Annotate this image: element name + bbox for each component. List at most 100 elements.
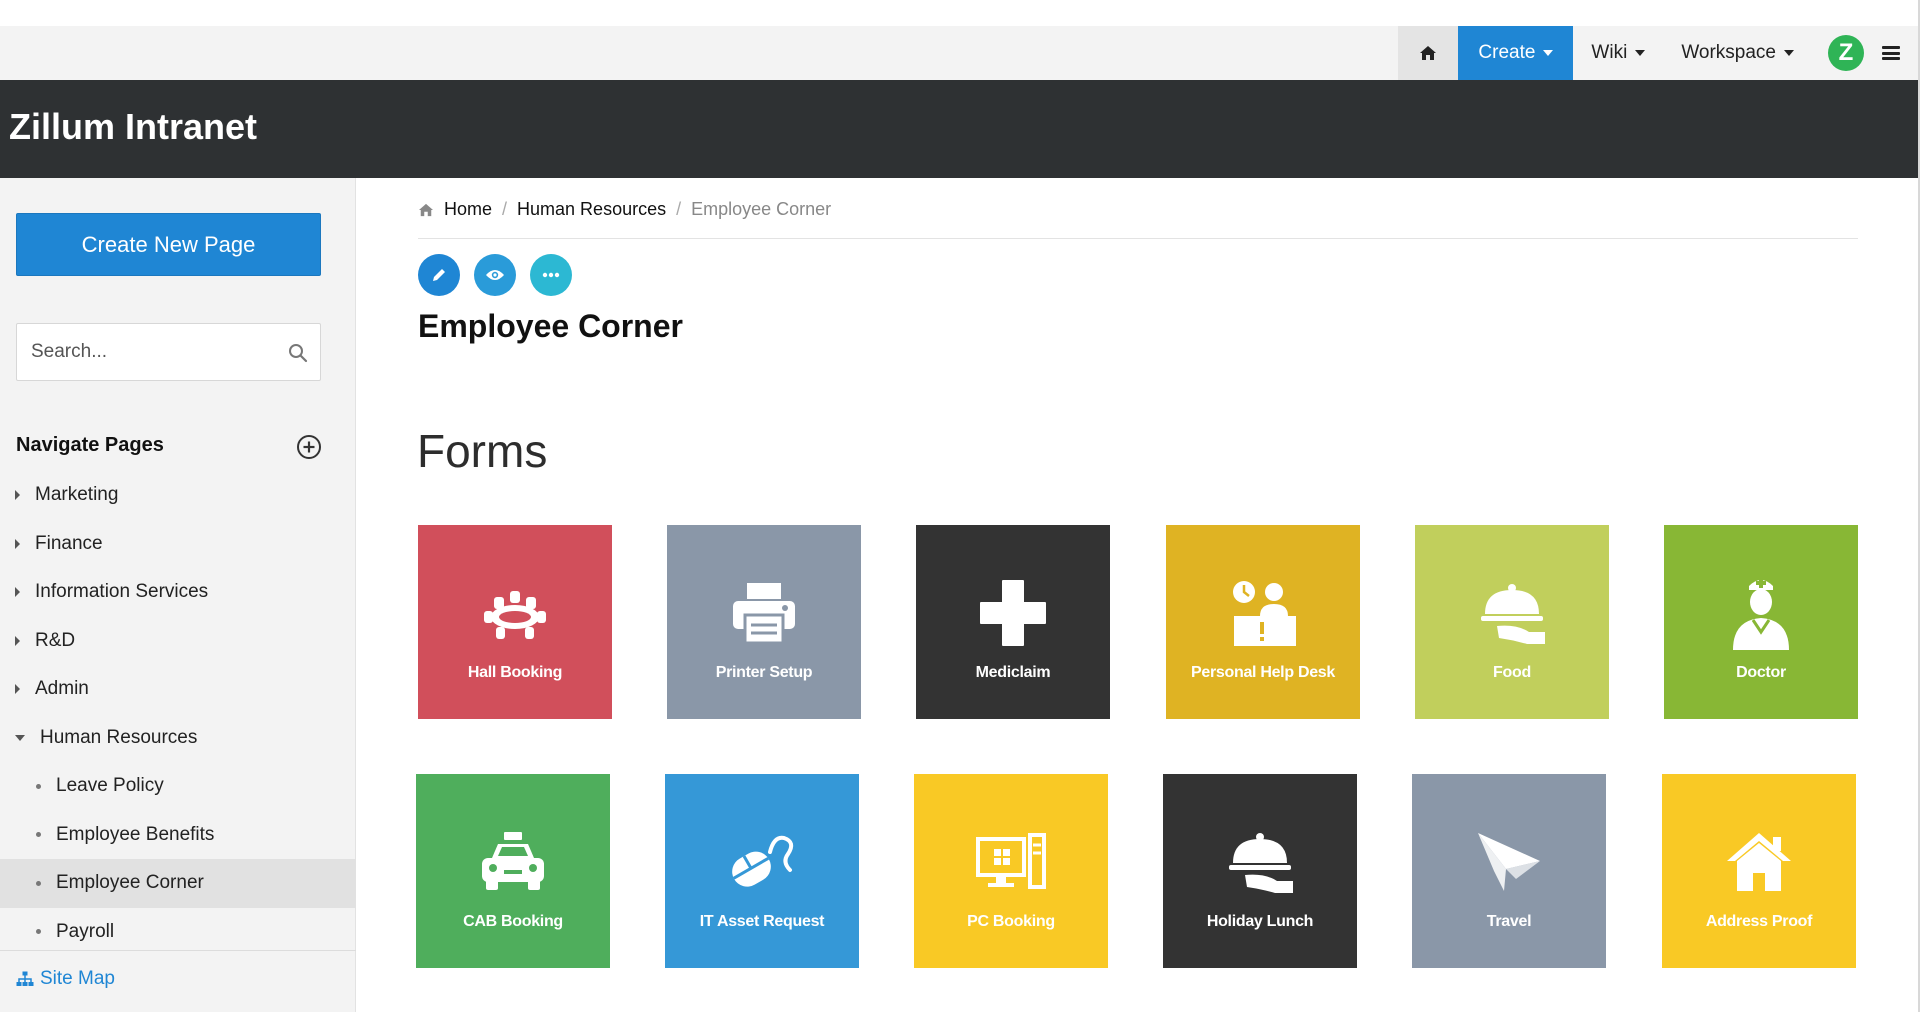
top-nav-menu: Create Wiki Workspace Z (1398, 26, 1918, 80)
sidebar-item-label: R&D (35, 629, 76, 651)
workspace-label: Workspace (1681, 42, 1776, 63)
form-tile-personal-help-desk[interactable]: Personal Help Desk (1166, 525, 1360, 719)
breadcrumb-current: Employee Corner (691, 199, 832, 219)
breadcrumb-home-link[interactable]: Home (444, 199, 492, 220)
wiki-menu-button[interactable]: Wiki (1573, 26, 1663, 80)
form-tile-holiday-lunch[interactable]: Holiday Lunch (1163, 774, 1357, 968)
form-tile-travel[interactable]: Travel (1412, 774, 1606, 968)
add-circle-icon[interactable] (296, 434, 322, 460)
caret-right-icon[interactable] (15, 538, 20, 549)
form-tile-label: Food (1493, 664, 1531, 681)
view-page-button[interactable] (474, 254, 516, 296)
form-tile-printer-setup[interactable]: Printer Setup (667, 525, 861, 719)
form-tile-label: Personal Help Desk (1191, 664, 1335, 681)
sidebar-item-admin[interactable]: Admin (0, 665, 356, 714)
form-tile-address-proof[interactable]: Address Proof (1662, 774, 1856, 968)
workspace-menu-button[interactable]: Workspace (1663, 26, 1812, 80)
hamburger-menu-button[interactable] (1874, 26, 1918, 80)
chevron-down-icon (1543, 50, 1554, 56)
form-tile-food[interactable]: Food (1415, 525, 1609, 719)
caret-right-icon[interactable] (15, 587, 20, 598)
avatar: Z (1828, 35, 1864, 71)
sidebar-subitem-employee-corner[interactable]: Employee Corner (0, 859, 356, 908)
sidebar-item-rnd[interactable]: R&D (0, 617, 356, 666)
navigate-pages-title: Navigate Pages (16, 434, 164, 456)
caret-right-icon[interactable] (15, 684, 20, 695)
sidebar: Create New Page Navigate Pages Marketing… (0, 178, 356, 1012)
sidebar-subitem-employee-benefits[interactable]: Employee Benefits (0, 811, 356, 860)
serving-tray-icon (1163, 826, 1357, 898)
sidebar-item-label: Finance (35, 532, 103, 554)
form-tile-hall-booking[interactable]: Hall Booking (418, 525, 612, 719)
sidebar-item-human-resources[interactable]: Human Resources (0, 714, 356, 763)
hall-booking-icon (418, 577, 612, 649)
create-label: Create (1478, 42, 1536, 63)
bullet-icon (36, 880, 41, 886)
edit-page-button[interactable] (418, 254, 460, 296)
sidebar-item-label: Employee Benefits (56, 823, 215, 845)
bullet-icon (36, 929, 41, 935)
sidebar-item-marketing[interactable]: Marketing (0, 471, 356, 520)
forms-heading: Forms (417, 425, 548, 477)
page-tree: Marketing Finance Information Services R… (0, 471, 356, 956)
form-tile-it-asset-request[interactable]: IT Asset Request (665, 774, 859, 968)
site-map-link[interactable]: Site Map (16, 968, 115, 990)
sidebar-item-label: Admin (35, 678, 89, 700)
user-avatar-button[interactable]: Z (1812, 26, 1874, 80)
form-tile-label: Holiday Lunch (1206, 913, 1314, 930)
form-tile-doctor[interactable]: Doctor (1664, 525, 1858, 719)
bullet-icon (36, 832, 41, 838)
caret-right-icon[interactable] (15, 635, 20, 646)
search-icon[interactable] (288, 343, 308, 363)
form-tile-label: Printer Setup (715, 664, 813, 681)
sidebar-divider (0, 950, 356, 951)
top-navbar: Create Wiki Workspace Z (0, 26, 1918, 80)
food-cloche-icon (1415, 577, 1609, 649)
breadcrumb-section-link[interactable]: Human Resources (517, 199, 666, 220)
form-tile-label: Address Proof (1705, 913, 1813, 930)
form-tile-label: Mediclaim (975, 664, 1051, 681)
sidebar-subitem-payroll[interactable]: Payroll (0, 908, 356, 957)
page-actions (418, 254, 572, 296)
desktop-pc-icon (914, 826, 1108, 898)
breadcrumb-separator: / (502, 199, 508, 219)
breadcrumb-separator: / (676, 199, 682, 219)
create-new-page-button[interactable]: Create New Page (16, 213, 321, 276)
eye-icon (486, 270, 504, 280)
top-gap (0, 0, 1920, 26)
sidebar-item-finance[interactable]: Finance (0, 520, 356, 569)
chevron-down-icon (1635, 50, 1646, 56)
form-tile-mediclaim[interactable]: Mediclaim (916, 525, 1110, 719)
more-options-button[interactable] (530, 254, 572, 296)
search-input[interactable] (17, 324, 277, 380)
breadcrumb-divider (418, 238, 1858, 239)
form-tile-label: Hall Booking (467, 664, 563, 681)
breadcrumb: Home / Human Resources / Employee Corner (418, 199, 831, 220)
form-tile-pc-booking[interactable]: PC Booking (914, 774, 1108, 968)
site-title[interactable]: Zillum Intranet (9, 106, 257, 148)
sidebar-subitem-leave-policy[interactable]: Leave Policy (0, 762, 356, 811)
create-menu-button[interactable]: Create (1458, 26, 1574, 80)
bullet-icon (36, 783, 41, 789)
form-tile-label: CAB Booking (463, 913, 563, 930)
more-horizontal-icon (542, 272, 560, 278)
caret-down-icon[interactable] (15, 734, 25, 741)
site-banner: Zillum Intranet (0, 80, 1918, 178)
form-tile-cab-booking[interactable]: CAB Booking (416, 774, 610, 968)
form-tile-label: PC Booking (967, 913, 1055, 930)
sidebar-item-label: Marketing (35, 484, 119, 506)
doctor-icon (1664, 577, 1858, 650)
pencil-icon (433, 269, 445, 281)
sidebar-item-label: Human Resources (40, 726, 198, 748)
sidebar-item-label: Employee Corner (56, 872, 204, 894)
sidebar-item-information-services[interactable]: Information Services (0, 568, 356, 617)
sidebar-item-label: Leave Policy (56, 775, 164, 797)
wiki-label: Wiki (1591, 42, 1628, 63)
hamburger-icon (1882, 46, 1900, 60)
site-map-label: Site Map (40, 968, 115, 989)
page-title: Employee Corner (418, 308, 683, 344)
home-button[interactable] (1398, 26, 1459, 80)
mouse-icon (665, 826, 859, 898)
chevron-down-icon (1784, 50, 1794, 56)
caret-right-icon[interactable] (15, 490, 20, 501)
